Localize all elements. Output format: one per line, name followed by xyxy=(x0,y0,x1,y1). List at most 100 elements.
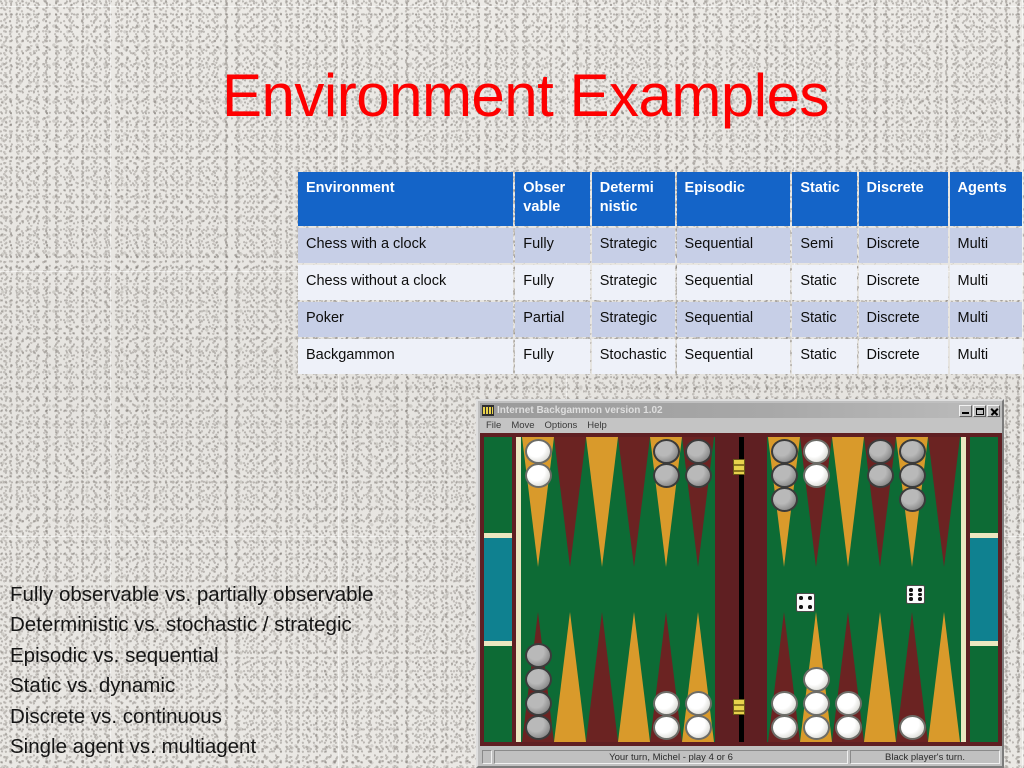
die-left[interactable] xyxy=(796,593,815,612)
checker-white[interactable] xyxy=(802,667,830,692)
minimize-icon[interactable] xyxy=(959,404,972,417)
die-pip xyxy=(799,601,803,605)
bar-marker-top xyxy=(733,459,745,475)
cell-environment: Chess without a clock xyxy=(298,265,514,300)
menu-item-help[interactable]: Help xyxy=(584,420,614,431)
page-title: Environment Examples xyxy=(222,62,829,129)
list-item: Episodic vs. sequential xyxy=(10,643,219,667)
die-pip xyxy=(808,596,812,600)
backgammon-board[interactable] xyxy=(480,433,1002,746)
maximize-icon[interactable] xyxy=(973,404,986,417)
backgammon-icon xyxy=(482,405,494,416)
die-pip xyxy=(918,597,922,601)
points-field-bottom-right xyxy=(767,437,961,742)
checker-gray[interactable] xyxy=(524,667,552,692)
menu-item-file[interactable]: File xyxy=(483,420,508,431)
die-pip xyxy=(918,592,922,597)
status-message-left: Your turn, Michel - play 4 or 6 xyxy=(494,750,848,764)
cell-environment: Poker xyxy=(298,302,514,337)
die-pip xyxy=(799,605,803,609)
checker-white[interactable] xyxy=(834,691,862,716)
checker-white[interactable] xyxy=(684,715,712,740)
column-header-episodic: Episodic xyxy=(676,172,791,226)
bar-marker-bottom xyxy=(733,699,745,715)
tray-teal-panel xyxy=(970,537,998,641)
window-title: Internet Backgammon version 1.02 xyxy=(497,405,663,416)
environment-table-container: Environment Obser vable Determi nistic E… xyxy=(296,170,1024,376)
die-pip xyxy=(799,596,803,600)
tray-divider-bottom xyxy=(970,641,998,646)
checker-white[interactable] xyxy=(802,691,830,716)
board-quadrant-top-right[interactable] xyxy=(767,437,961,742)
board-divider-right xyxy=(961,437,966,742)
die-pip xyxy=(808,605,812,609)
cell-static: Static xyxy=(792,265,857,300)
menu-item-move[interactable]: Move xyxy=(508,420,541,431)
die-pip xyxy=(804,601,808,605)
list-item: Fully observable vs. partially observabl… xyxy=(10,583,374,606)
status-message-right: Black player's turn. xyxy=(850,750,1000,764)
column-header-agents: Agents xyxy=(949,172,1022,226)
cell-environment: Backgammon xyxy=(298,339,514,374)
column-header-deterministic: Determi nistic xyxy=(591,172,675,226)
board-point[interactable] xyxy=(928,612,960,742)
window-titlebar[interactable]: Internet Backgammon version 1.02 xyxy=(480,403,1002,418)
bear-off-tray-left[interactable] xyxy=(484,437,512,742)
cell-observable: Fully xyxy=(515,339,590,374)
cell-observable: Fully xyxy=(515,265,590,300)
checker-white[interactable] xyxy=(834,715,862,740)
checker-white[interactable] xyxy=(652,715,680,740)
die-pip xyxy=(918,588,922,592)
die-pip xyxy=(804,605,808,609)
board-point[interactable] xyxy=(618,612,650,742)
window-statusbar: Your turn, Michel - play 4 or 6 Black pl… xyxy=(480,748,1002,766)
checker-gray[interactable] xyxy=(524,643,552,668)
points-field-bottom-left xyxy=(521,437,715,742)
tray-divider-bottom xyxy=(484,641,512,646)
bear-off-tray-right[interactable] xyxy=(970,437,998,742)
die-pip xyxy=(914,597,918,601)
cell-deterministic: Stochastic xyxy=(591,339,675,374)
checker-white[interactable] xyxy=(652,691,680,716)
checker-white[interactable] xyxy=(802,715,830,740)
tray-divider-top xyxy=(484,533,512,538)
table-row: Poker Partial Strategic Sequential Stati… xyxy=(298,302,1022,337)
menu-item-options[interactable]: Options xyxy=(542,420,585,431)
list-item: Deterministic vs. stochastic / strategic xyxy=(10,613,352,637)
tray-divider-top xyxy=(970,533,998,538)
cell-environment: Chess with a clock xyxy=(298,228,514,263)
checker-white[interactable] xyxy=(770,715,798,740)
list-item: Discrete vs. continuous xyxy=(10,704,222,728)
property-list: Fully observable vs. partially observabl… xyxy=(10,580,480,762)
checker-white[interactable] xyxy=(684,691,712,716)
die-right[interactable] xyxy=(906,585,925,604)
close-icon[interactable] xyxy=(987,404,1000,417)
die-pip xyxy=(808,601,812,605)
die-pip xyxy=(909,592,913,597)
cell-episodic: Sequential xyxy=(676,228,791,263)
board-point[interactable] xyxy=(586,612,618,742)
board-point[interactable] xyxy=(864,612,896,742)
cell-observable: Partial xyxy=(515,302,590,337)
cell-agents: Multi xyxy=(949,228,1022,263)
cell-agents: Multi xyxy=(949,265,1022,300)
cell-discrete: Discrete xyxy=(858,265,948,300)
board-center-bar[interactable] xyxy=(715,437,767,742)
window-menubar[interactable]: File Move Options Help xyxy=(480,418,1002,433)
cell-deterministic: Strategic xyxy=(591,302,675,337)
board-quadrant-top-left[interactable] xyxy=(521,437,715,742)
environment-table: Environment Obser vable Determi nistic E… xyxy=(296,170,1024,376)
cell-agents: Multi xyxy=(949,302,1022,337)
table-row: Backgammon Fully Stochastic Sequential S… xyxy=(298,339,1022,374)
list-item: Static vs. dynamic xyxy=(10,674,176,698)
tray-teal-panel xyxy=(484,537,512,641)
checker-gray[interactable] xyxy=(524,715,552,740)
board-point[interactable] xyxy=(554,612,586,742)
backgammon-window[interactable]: Internet Backgammon version 1.02 File Mo… xyxy=(476,399,1004,768)
die-pip xyxy=(909,597,913,601)
checker-white[interactable] xyxy=(898,715,926,740)
checker-white[interactable] xyxy=(770,691,798,716)
column-header-discrete: Discrete xyxy=(858,172,948,226)
cell-discrete: Discrete xyxy=(858,302,948,337)
checker-gray[interactable] xyxy=(524,691,552,716)
